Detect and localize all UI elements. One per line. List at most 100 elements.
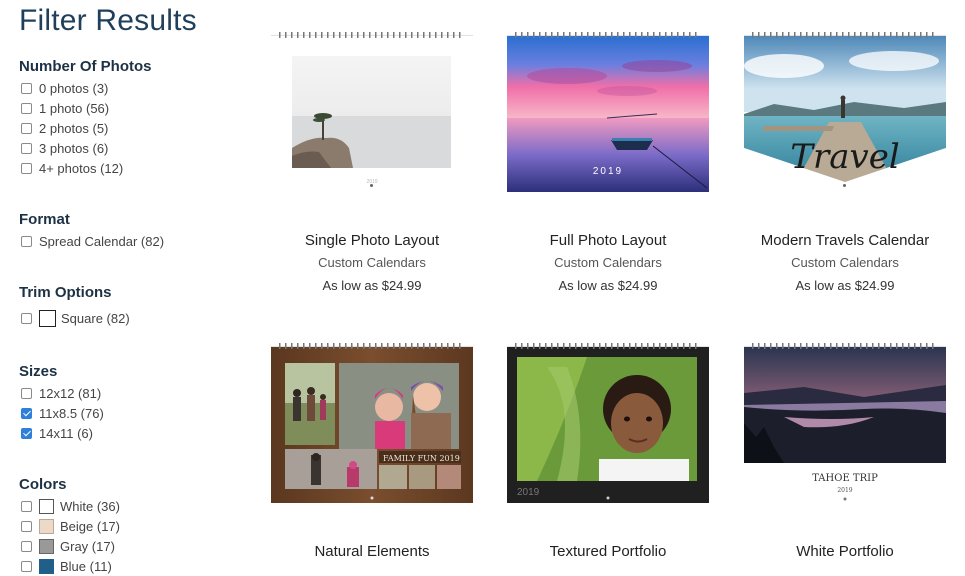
filter-option[interactable]: White (36) xyxy=(19,496,239,516)
filter-heading: Trim Options xyxy=(19,284,112,301)
product-thumbnail[interactable]: Travel xyxy=(744,32,946,192)
filter-option-label: Spread Calendar (82) xyxy=(39,233,165,249)
spiral-binding xyxy=(515,32,701,38)
color-swatch-white xyxy=(39,498,54,514)
product-category: Custom Calendars xyxy=(554,255,662,270)
product-name[interactable]: Natural Elements xyxy=(271,543,473,560)
filter-option[interactable]: 0 photos (3) xyxy=(19,78,239,98)
travel-script-title: Travel xyxy=(790,137,899,177)
filter-group-trim-options: Trim Options Square (82) xyxy=(19,284,239,332)
product-thumbnail[interactable]: FAMILY FUN 2019 xyxy=(271,343,473,503)
product-thumbnail[interactable]: 2019 xyxy=(271,32,473,192)
filter-heading: Number Of Photos xyxy=(19,58,152,75)
page-dot xyxy=(370,184,373,187)
checkbox[interactable] xyxy=(21,500,32,512)
color-swatch-beige xyxy=(39,518,54,534)
filter-option[interactable]: Beige (17) xyxy=(19,516,239,536)
filter-heading: Sizes xyxy=(19,363,58,380)
product-card-white-portfolio[interactable]: TAHOE TRIP 2019 White Portfolio xyxy=(744,343,946,560)
filter-heading: Format xyxy=(19,211,70,228)
calendar-sheet: 2019 xyxy=(271,36,473,192)
checkbox[interactable] xyxy=(21,162,32,174)
checkbox[interactable] xyxy=(21,520,32,532)
filter-option[interactable]: Gray (17) xyxy=(19,536,239,556)
family-collage-photo: FAMILY FUN 2019 xyxy=(271,347,473,503)
filter-group-sizes: Sizes 12x12 (81) 11x8.5 (76) 14x11 (6) xyxy=(19,363,239,443)
square-trim-icon xyxy=(39,309,56,327)
product-category: Custom Calendars xyxy=(318,255,426,270)
filter-option[interactable]: 4+ photos (12) xyxy=(19,158,239,178)
spiral-binding xyxy=(515,343,701,349)
product-name[interactable]: Full Photo Layout xyxy=(507,232,709,249)
calendar-sheet: FAMILY FUN 2019 xyxy=(271,347,473,503)
checkbox[interactable] xyxy=(21,122,32,134)
checkbox[interactable] xyxy=(21,235,32,247)
filter-option[interactable]: 2 photos (5) xyxy=(19,118,239,138)
child-portrait-photo: 2019 xyxy=(507,347,709,503)
filter-option-label: 2 photos (5) xyxy=(39,120,109,136)
filter-option[interactable]: Square (82) xyxy=(19,304,239,332)
spiral-binding xyxy=(279,343,465,349)
filter-option[interactable]: Blue (11) xyxy=(19,556,239,576)
spiral-binding xyxy=(752,343,938,349)
filter-option[interactable]: 3 photos (6) xyxy=(19,138,239,158)
filter-sidebar: Filter Results Number Of Photos 0 photos… xyxy=(19,0,239,574)
checkbox[interactable] xyxy=(21,142,32,154)
product-card-natural-elements[interactable]: FAMILY FUN 2019 Natural Elements xyxy=(271,343,473,560)
checkbox-checked[interactable] xyxy=(21,427,32,439)
color-swatch-blue xyxy=(39,558,54,574)
product-thumbnail[interactable]: 2019 xyxy=(507,32,709,192)
checkbox[interactable] xyxy=(21,312,32,324)
filter-option[interactable]: Spread Calendar (82) xyxy=(19,231,239,251)
product-name[interactable]: White Portfolio xyxy=(744,543,946,560)
collage-banner-text: FAMILY FUN 2019 xyxy=(383,454,460,463)
product-name[interactable]: Modern Travels Calendar xyxy=(744,232,946,249)
product-thumbnail[interactable]: TAHOE TRIP 2019 xyxy=(744,343,946,503)
filter-option-label: 11x8.5 (76) xyxy=(39,405,104,421)
product-card-full-photo-layout[interactable]: 2019 Full Photo Layout Custom Calendars … xyxy=(507,32,709,293)
product-card-single-photo-layout[interactable]: 2019 Single Photo Layout Custom Calendar… xyxy=(271,32,473,293)
product-category: Custom Calendars xyxy=(791,255,899,270)
lake-tahoe-photo: TAHOE TRIP 2019 xyxy=(744,347,946,503)
checkbox-checked[interactable] xyxy=(21,407,32,419)
checkbox[interactable] xyxy=(21,540,32,552)
travel-pier-photo: Travel xyxy=(744,36,946,192)
product-name[interactable]: Textured Portfolio xyxy=(507,543,709,560)
filter-option-label: 14x11 (6) xyxy=(39,425,93,441)
product-name[interactable]: Single Photo Layout xyxy=(271,232,473,249)
filter-option-label: 1 photo (56) xyxy=(39,100,110,116)
filter-option[interactable]: 1 photo (56) xyxy=(19,98,239,118)
product-price: As low as $24.99 xyxy=(558,278,658,293)
product-thumbnail[interactable]: 2019 xyxy=(507,343,709,503)
filter-group-format: Format Spread Calendar (82) xyxy=(19,211,239,251)
product-price: As low as $24.99 xyxy=(795,278,895,293)
filter-option[interactable]: 11x8.5 (76) xyxy=(19,403,239,423)
checkbox[interactable] xyxy=(21,82,32,94)
filter-option[interactable]: 12x12 (81) xyxy=(19,383,239,403)
calendar-year: 2019 xyxy=(593,166,623,177)
coastal-tree-photo: 2019 xyxy=(292,56,451,185)
page-title: Filter Results xyxy=(19,4,197,37)
checkbox[interactable] xyxy=(21,102,32,114)
calendar-sheet: Travel xyxy=(744,36,946,192)
filter-option-label: 12x12 (81) xyxy=(39,385,102,401)
filter-option-label: 0 photos (3) xyxy=(39,80,109,96)
filter-option-label: 4+ photos (12) xyxy=(39,160,124,176)
calendar-sheet: TAHOE TRIP 2019 xyxy=(744,347,946,503)
calendar-caption: TAHOE TRIP xyxy=(812,473,878,484)
product-price: As low as $24.99 xyxy=(322,278,422,293)
product-card-textured-portfolio[interactable]: 2019 Textured Portfolio xyxy=(507,343,709,560)
checkbox[interactable] xyxy=(21,387,32,399)
product-card-modern-travels-calendar[interactable]: Travel Modern Travels Calendar Custom Ca… xyxy=(744,32,946,293)
spiral-binding xyxy=(752,32,938,38)
calendar-year: 2019 xyxy=(517,487,540,498)
filter-option-label: Square (82) xyxy=(61,310,130,326)
filter-option-label: Blue (11) xyxy=(60,558,112,574)
checkbox[interactable] xyxy=(21,560,32,572)
page-dot xyxy=(843,184,846,187)
filter-option-label: 3 photos (6) xyxy=(39,140,109,156)
calendar-year: 2019 xyxy=(837,487,852,494)
filter-group-colors: Colors White (36) Beige (17) Gray (17) B… xyxy=(19,476,239,576)
filter-option-label: Beige (17) xyxy=(60,518,120,534)
filter-option[interactable]: 14x11 (6) xyxy=(19,423,239,443)
